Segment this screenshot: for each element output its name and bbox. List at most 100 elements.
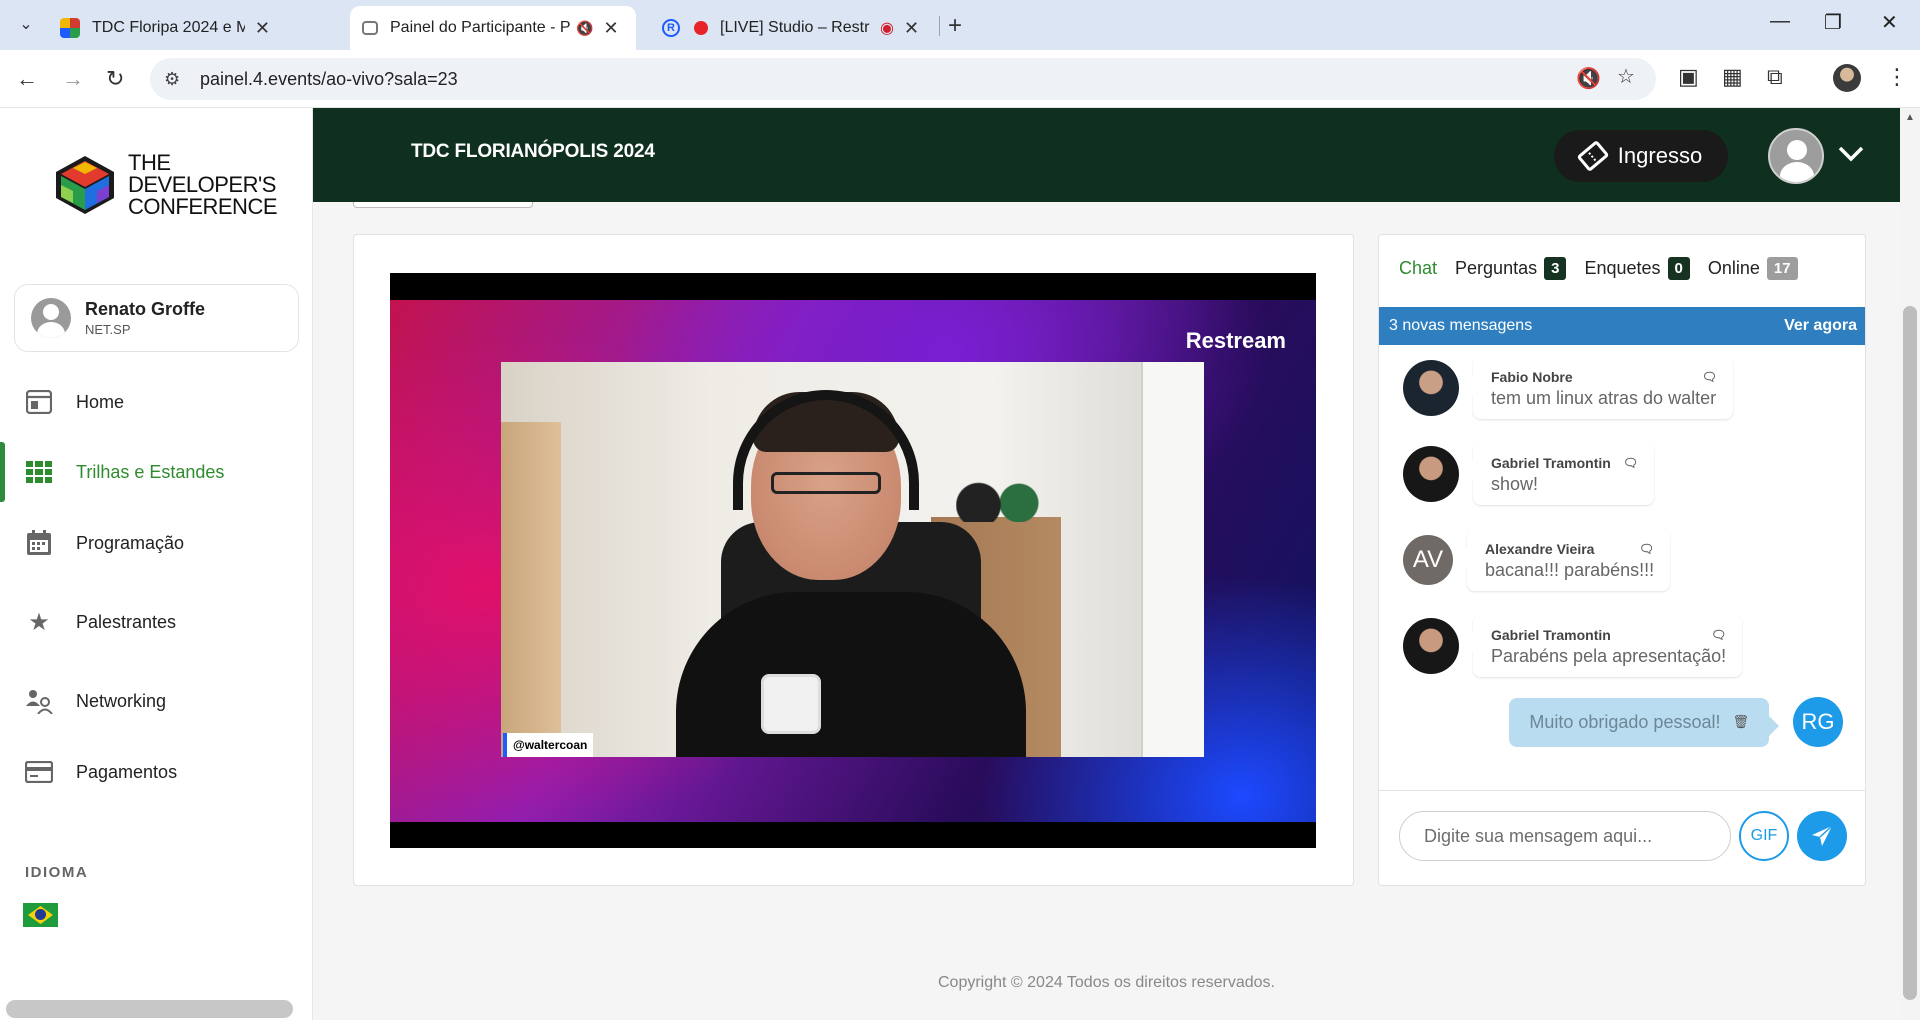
reply-icon[interactable]: 🗨 <box>1702 370 1717 384</box>
chat-message-input[interactable] <box>1399 811 1731 861</box>
page-favicon-icon <box>362 21 378 35</box>
logo-line: DEVELOPER'S <box>128 172 276 197</box>
browser-tab-bar: ⌄ TDC Floripa 2024 e Microsoft ✕ Painel … <box>0 0 1920 50</box>
reload-button[interactable]: ↻ <box>106 66 124 92</box>
brazil-flag-icon[interactable] <box>23 903 58 927</box>
tab-count-badge: 17 <box>1766 257 1798 280</box>
message-text: bacana!!! parabéns!!! <box>1485 560 1655 580</box>
language-section-label: IDIOMA <box>25 864 89 881</box>
sidebar-item-palestrantes[interactable]: ★ Palestrantes <box>0 592 313 652</box>
tab-title: TDC Floripa 2024 e Microsoft <box>92 19 245 36</box>
new-messages-banner[interactable]: 3 novas mensagens Ver agora <box>1379 307 1865 345</box>
page-scrollbar[interactable]: ▲ <box>1900 108 1920 1020</box>
tab-search-dropdown[interactable]: ⌄ <box>12 10 40 38</box>
chat-tabs: Chat Perguntas 3 Enquetes 0 Online 17 <box>1399 257 1816 280</box>
speaker-handle-label: @waltercoan <box>503 733 594 757</box>
ticket-button[interactable]: Ingresso <box>1554 130 1728 182</box>
site-muted-icon[interactable]: 🔇 <box>1576 66 1601 91</box>
page-scrollbar-thumb[interactable] <box>1903 306 1917 1000</box>
avatar <box>1403 618 1459 674</box>
chat-message-list[interactable]: Fabio Nobre 🗨 tem um linux atras do walte… <box>1379 345 1865 775</box>
video-card: Restream @waltercoan <box>353 234 1354 886</box>
paper-plane-icon <box>1812 825 1833 846</box>
tab-label: Online <box>1707 258 1760 278</box>
view-now-link[interactable]: Ver agora <box>1784 317 1857 335</box>
sidebar-scrollbar[interactable] <box>6 1000 293 1018</box>
message-text: tem um linux atras do walter <box>1491 388 1717 408</box>
sidebar-item-programacao[interactable]: Programação <box>0 513 313 573</box>
star-icon: ★ <box>28 608 50 636</box>
qr-code-icon[interactable]: ▦ <box>1722 64 1743 90</box>
avatar: AV <box>1403 535 1453 585</box>
sidebar-item-label: Palestrantes <box>76 611 177 632</box>
picture-in-picture-icon[interactable]: ▣ <box>1678 64 1699 90</box>
reply-icon[interactable]: 🗨 <box>1711 628 1726 642</box>
forward-button[interactable]: → <box>62 66 84 92</box>
tdc-logo[interactable]: THE DEVELOPER'S CONFERENCE <box>52 150 278 219</box>
sidebar-item-label: Trilhas e Estandes <box>76 461 225 482</box>
bookmark-star-icon[interactable]: ☆ <box>1617 64 1635 89</box>
sidebar-item-networking[interactable]: Networking <box>0 671 313 731</box>
address-bar[interactable]: ⚙ painel.4.events/ao-vivo?sala=23 <box>150 58 1656 100</box>
logo-line: CONFERENCE <box>128 194 278 219</box>
video-frame: Restream @waltercoan <box>390 300 1316 822</box>
chat-message: Gabriel Tramontin 🗨 show! <box>1403 443 1655 505</box>
sidebar-item-trilhas[interactable]: Trilhas e Estandes <box>0 442 313 502</box>
recording-favicon-icon <box>694 21 708 35</box>
chevron-down-icon[interactable] <box>1838 138 1864 169</box>
browser-menu-icon[interactable]: ⋮ <box>1886 64 1908 90</box>
gif-button[interactable]: GIF <box>1739 811 1789 861</box>
new-tab-button[interactable]: + <box>948 12 962 40</box>
penguin-figurines <box>956 480 1046 522</box>
speaker-camera-feed: @waltercoan <box>501 362 1204 757</box>
scroll-up-arrow-icon[interactable]: ▲ <box>1905 112 1915 123</box>
logo-line: THE <box>128 150 171 175</box>
new-messages-text: 3 novas mensagens <box>1389 317 1533 334</box>
reply-icon[interactable]: 🗨 <box>1639 542 1654 556</box>
room-tab-stub[interactable] <box>353 202 533 208</box>
browser-tab-active[interactable]: Painel do Participante - Pow 🔇 ✕ <box>350 6 636 50</box>
reply-icon[interactable]: 🗨 <box>1623 456 1638 470</box>
browser-tab[interactable]: TDC Floripa 2024 e Microsoft ✕ <box>48 6 284 50</box>
close-tab-icon[interactable]: ✕ <box>255 18 270 39</box>
avatar <box>1403 446 1459 502</box>
credit-card-icon <box>24 757 54 787</box>
event-title: TDC FLORIANÓPOLIS 2024 <box>411 141 655 162</box>
sidebar-item-pagamentos[interactable]: Pagamentos <box>0 742 313 802</box>
tab-online[interactable]: Online 17 <box>1708 257 1798 280</box>
home-icon <box>24 387 54 417</box>
browser-tab[interactable]: R [LIVE] Studio – Restream ◉ ✕ <box>650 6 940 50</box>
close-window-button[interactable]: ✕ <box>1881 10 1898 35</box>
tdc-cube-icon <box>56 156 114 214</box>
tab-chat[interactable]: Chat <box>1399 258 1437 279</box>
sidebar-item-home[interactable]: Home <box>0 372 313 432</box>
networking-icon <box>24 686 54 716</box>
message-author: Alexandre Vieira <box>1485 541 1595 557</box>
live-video-player[interactable]: Restream @waltercoan <box>390 273 1316 848</box>
tab-title: [LIVE] Studio – Restream <box>720 19 870 36</box>
site-info-icon[interactable]: ⚙ <box>164 69 186 90</box>
trash-icon[interactable]: 🗑 <box>1732 714 1749 730</box>
minimize-button[interactable]: — <box>1770 10 1790 33</box>
user-card[interactable]: Renato Groffe NET.SP <box>14 284 299 352</box>
event-header: TDC FLORIANÓPOLIS 2024 Ingresso <box>313 108 1900 202</box>
restore-button[interactable]: ❐ <box>1824 10 1842 35</box>
chat-panel: Chat Perguntas 3 Enquetes 0 Online 17 3 … <box>1378 234 1866 886</box>
sidebar-item-label: Home <box>76 391 125 412</box>
tab-enquetes[interactable]: Enquetes 0 <box>1584 257 1690 280</box>
browser-profile-avatar[interactable] <box>1833 64 1861 92</box>
url-text[interactable]: painel.4.events/ao-vivo?sala=23 <box>200 69 458 90</box>
chat-message: Fabio Nobre 🗨 tem um linux atras do walte… <box>1403 357 1733 419</box>
send-button[interactable] <box>1797 811 1847 861</box>
muted-tab-icon[interactable]: 🔇 <box>576 20 593 37</box>
back-button[interactable]: ← <box>16 66 38 92</box>
tab-perguntas[interactable]: Perguntas 3 <box>1455 257 1567 280</box>
user-avatar <box>31 298 71 338</box>
own-message-bubble: Muito obrigado pessoal! 🗑 <box>1509 697 1779 747</box>
message-text: show! <box>1491 474 1539 494</box>
extensions-icon[interactable]: ⧉ <box>1767 64 1783 90</box>
header-user-avatar[interactable] <box>1768 128 1824 184</box>
close-tab-icon[interactable]: ✕ <box>904 18 919 39</box>
close-tab-icon[interactable]: ✕ <box>603 18 618 39</box>
message-bubble: Gabriel Tramontin 🗨 show! <box>1462 443 1655 505</box>
